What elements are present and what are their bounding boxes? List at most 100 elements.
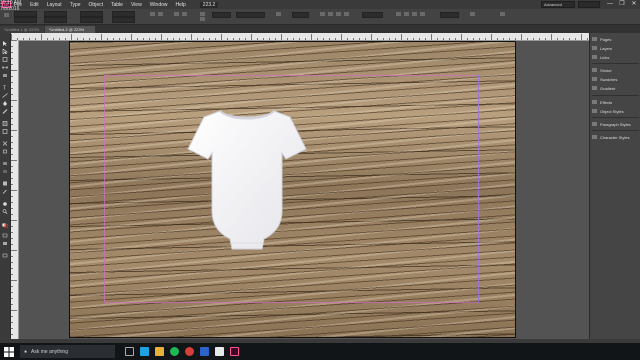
fit-content-icon[interactable] [328,12,333,16]
taskbar-search-box[interactable]: ● Ask me anything [20,345,115,358]
y-position-field[interactable] [14,17,37,23]
file-explorer-icon[interactable] [155,347,164,356]
store-icon[interactable] [215,347,224,356]
direct-selection-tool-icon[interactable] [2,49,8,54]
ruler-tick [11,142,13,143]
ruler-tick [11,214,13,215]
stroke-type-field[interactable] [236,12,265,18]
baby-onesie-image[interactable] [186,107,308,251]
panel-gradient[interactable]: Gradient [592,84,639,92]
zoom-level-field[interactable]: 223.2 [199,1,219,8]
maximize-button[interactable]: ❐ [616,0,628,9]
page-tool-icon[interactable] [2,57,8,62]
reference-point-icon[interactable] [4,13,9,17]
windows-start-icon[interactable] [4,346,14,357]
center-content-icon[interactable] [344,12,349,16]
ruler-tick [383,38,384,40]
chrome-icon[interactable] [185,347,194,356]
taskbar-clock[interactable]: 10:10 AM 7/8/2016 [0,0,21,12]
task-view-icon[interactable] [125,347,134,356]
corner-radius-field[interactable] [440,12,459,18]
panel-effects[interactable]: Effects [592,98,639,106]
minimize-button[interactable]: — [604,0,616,9]
opacity-field[interactable] [292,12,309,18]
edge-browser-icon[interactable] [140,347,149,356]
menu-layout[interactable]: Layout [47,2,62,8]
fitting-icon[interactable] [320,12,325,16]
flip-vertical-icon[interactable] [158,12,163,16]
stroke-swatch-icon[interactable] [200,17,205,21]
panel-object-styles[interactable]: Object Styles [592,107,639,115]
free-transform-tool-icon[interactable] [2,149,8,154]
scissors-tool-icon[interactable] [2,141,8,146]
flip-horizontal-icon[interactable] [150,12,155,16]
rectangle-frame-tool-icon[interactable] [2,121,8,126]
screen-mode-icon[interactable] [2,253,8,258]
content-collector-icon[interactable] [2,73,8,78]
ruler-tick [389,38,390,40]
search-stock-field[interactable] [578,1,600,8]
note-tool-icon[interactable] [2,181,8,186]
text-wrap-icon[interactable] [396,12,401,16]
line-tool-icon[interactable] [2,93,8,98]
align-right-icon[interactable] [420,12,425,16]
menu-table[interactable]: Table [111,2,123,8]
panel-character-styles[interactable]: Character Styles [592,133,639,141]
spotify-icon[interactable] [170,347,179,356]
ruler-tick [101,34,102,40]
menu-help[interactable]: Help [176,2,186,8]
hand-tool-icon[interactable] [2,201,8,206]
gap-tool-icon[interactable] [2,65,8,70]
links-icon [592,55,597,59]
text-wrap-offset-field[interactable] [362,12,383,18]
ruler-tick [11,94,13,95]
fit-frame-icon[interactable] [336,12,341,16]
gradient-tool-icon[interactable] [2,161,8,166]
select-content-icon[interactable] [182,12,187,16]
vertical-ruler[interactable] [11,40,19,339]
drop-shadow-icon[interactable] [276,12,281,16]
menu-edit[interactable]: Edit [30,2,39,8]
tab-untitled-1[interactable]: *Untitled-1 @ 223% [0,26,44,33]
menu-view[interactable]: View [131,2,142,8]
tab-untitled-2[interactable]: *Untitled-2 @ 223% [45,26,95,33]
type-tool-icon[interactable]: T [2,85,8,91]
formatting-affects-icon[interactable] [2,233,8,238]
apply-color-icon[interactable] [2,241,8,246]
menu-window[interactable]: Window [150,2,168,8]
panel-layers[interactable]: Layers [592,44,639,52]
indesign-taskbar-icon[interactable] [230,347,239,356]
select-container-icon[interactable] [174,12,179,16]
close-button[interactable]: ✕ [628,0,640,9]
align-left-icon[interactable] [404,12,409,16]
photoshop-icon[interactable] [200,347,209,356]
align-center-icon[interactable] [412,12,417,16]
ruler-tick [11,208,13,209]
panel-label: Object Styles [600,108,624,114]
zoom-tool-icon[interactable] [2,209,8,214]
stroke-weight-field[interactable] [212,12,231,18]
fill-swatch-icon[interactable] [200,12,205,16]
panel-swatches[interactable]: Swatches [592,75,639,83]
corner-shape-icon[interactable] [470,12,475,16]
pencil-tool-icon[interactable] [2,109,8,114]
rectangle-tool-icon[interactable] [2,129,8,134]
gradient-feather-tool-icon[interactable] [2,169,8,174]
shear-field[interactable] [112,17,135,23]
selection-tool-icon[interactable] [2,41,8,46]
panel-pages[interactable]: Pages [592,35,639,43]
fill-stroke-swatch-icon[interactable] [2,223,8,228]
height-field[interactable] [44,17,67,23]
panel-links[interactable]: Links [592,53,639,61]
eyedropper-tool-icon[interactable] [2,189,8,194]
panel-stroke[interactable]: Stroke [592,66,639,74]
workspace-switcher[interactable]: Advanced [541,1,575,8]
pen-tool-icon[interactable] [2,101,8,106]
panel-menu-icon[interactable] [500,12,505,16]
horizontal-ruler[interactable] [11,33,589,41]
menu-type[interactable]: Type [70,2,81,8]
menu-object[interactable]: Object [89,2,103,8]
panel-paragraph-styles[interactable]: Paragraph Styles [592,120,639,128]
scale-y-field[interactable] [80,17,103,23]
ruler-tick [143,38,144,40]
